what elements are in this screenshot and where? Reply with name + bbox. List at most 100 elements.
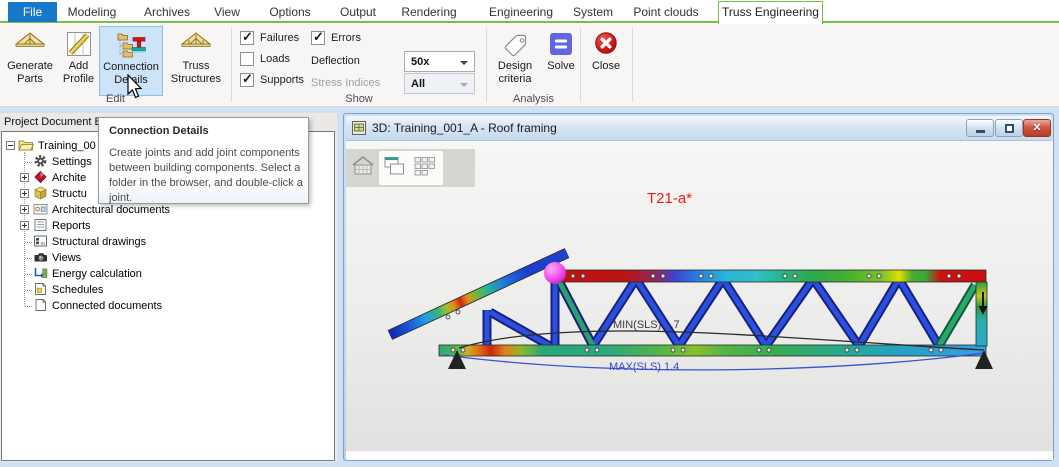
menu-file[interactable]: File (8, 2, 57, 22)
camera-icon (33, 250, 48, 264)
menu-output[interactable]: Output (328, 2, 388, 22)
restore-button[interactable] (995, 119, 1023, 137)
tree-item-energy-calculation[interactable]: Energy calculation (2, 266, 332, 282)
checkmark-icon: ✓ (242, 72, 253, 86)
selected-joint-sphere[interactable] (544, 262, 566, 284)
stress-indices-label: Stress Indices (311, 76, 380, 90)
app-window: { "menubar": { "file": "File", "items": … (0, 0, 1059, 467)
truss-structures-button[interactable]: Truss Structures (163, 26, 229, 96)
connection-icon (116, 30, 146, 60)
3d-view-icon (352, 121, 366, 135)
supports-checkbox[interactable]: ✓ (240, 73, 254, 87)
profile-icon (64, 29, 94, 59)
chevron-down-icon (460, 61, 468, 65)
expand-box[interactable] (20, 221, 29, 230)
gear-icon (33, 154, 48, 168)
button-label: Truss Structures (163, 60, 229, 86)
menubar: File Modeling Archives View Options Outp… (0, 0, 1059, 24)
expand-box[interactable] (20, 173, 29, 182)
tree-item-structural-drawings[interactable]: Structural drawings (2, 234, 332, 250)
3d-viewport[interactable]: MIN(SLS) 1.7 (346, 141, 1053, 451)
close-circle-icon (593, 29, 619, 59)
menu-view[interactable]: View (202, 2, 252, 22)
schedule-icon (33, 282, 48, 296)
tree-item-connected-documents[interactable]: Connected documents (2, 298, 332, 314)
failures-checkbox[interactable]: ✓ (240, 31, 254, 45)
ribbon-group-edit: Generate Parts Add Profile (0, 24, 231, 106)
truss-render-canvas[interactable]: MIN(SLS) 1.7 (346, 141, 1053, 451)
add-profile-button[interactable]: Add Profile (58, 26, 99, 96)
energy-icon (33, 266, 48, 280)
mouse-cursor-icon (126, 74, 144, 100)
ribbon-separator (632, 28, 633, 102)
expand-box[interactable] (20, 205, 29, 214)
tab-truss-engineering[interactable]: Truss Engineering (718, 1, 823, 24)
stress-indices-dropdown: All (404, 73, 475, 94)
red-model-icon (33, 170, 48, 184)
connection-details-tooltip: Connection Details Create joints and add… (98, 117, 309, 204)
menu-modeling[interactable]: Modeling (62, 2, 122, 22)
tooltip-body: Create joints and add joint components b… (109, 146, 303, 206)
errors-label: Errors (331, 31, 361, 45)
group-label-analysis: Analysis (487, 93, 580, 105)
minimize-button[interactable] (966, 119, 994, 137)
minimize-icon (976, 130, 985, 133)
failures-label: Failures (260, 31, 299, 45)
menu-point-clouds[interactable]: Point clouds (628, 2, 704, 22)
ribbon-group-show: ✓ Failures Loads ✓ Supports ✓ Errors Def… (232, 24, 486, 106)
max-deflection-label: MAX(SLS) 1.4 (609, 361, 679, 373)
truss-top-chord (553, 270, 986, 282)
report-icon (33, 218, 48, 232)
close-button[interactable]: Close (583, 26, 629, 96)
tooltip-title: Connection Details (109, 125, 209, 137)
tree-item-label: Training_00 (38, 140, 96, 152)
ribbon-group-analysis: Design criteria Solve Analysis (487, 24, 580, 106)
tree-item-label: Connected documents (52, 300, 162, 312)
menu-engineering[interactable]: Engineering (486, 2, 556, 22)
loads-label: Loads (260, 52, 290, 66)
button-label: Design criteria (489, 60, 541, 86)
ribbon-group-close: Close (581, 24, 632, 106)
tree-item-label: Energy calculation (52, 268, 142, 280)
tree-item-label: Structu (52, 188, 87, 200)
truss-web-members (487, 279, 975, 348)
tree-item-schedules[interactable]: Schedules (2, 282, 332, 298)
tree-item-label: Archite (52, 172, 86, 184)
expand-box[interactable] (20, 189, 29, 198)
tree-item-views[interactable]: Views (2, 250, 332, 266)
truss-gable-icon (181, 29, 211, 59)
restore-icon (1005, 124, 1014, 133)
group-label-edit: Edit (0, 93, 231, 105)
tree-item-reports[interactable]: Reports (2, 218, 332, 234)
button-label: Solve (543, 60, 579, 73)
3d-window-titlebar[interactable]: 3D: Training_001_A - Roof framing ✕ (346, 116, 1051, 141)
truss-name-label: T21-a* (647, 190, 692, 207)
menu-rendering[interactable]: Rendering (394, 2, 464, 22)
collapse-box[interactable] (6, 141, 15, 150)
solve-button[interactable]: Solve (543, 26, 579, 96)
errors-checkbox[interactable]: ✓ (311, 31, 325, 45)
design-criteria-button[interactable]: Design criteria (489, 26, 541, 96)
checkmark-icon: ✓ (242, 30, 253, 44)
3d-view-window: 3D: Training_001_A - Roof framing ✕ (343, 113, 1054, 461)
generate-parts-button[interactable]: Generate Parts (2, 26, 58, 96)
document-icon (33, 298, 48, 312)
chevron-down-icon (460, 83, 468, 87)
menu-system[interactable]: System (568, 2, 618, 22)
truss-gable-icon (15, 29, 45, 59)
loads-checkbox[interactable] (240, 52, 254, 66)
tree-item-label: Schedules (52, 284, 103, 296)
drawing-doc-icon (33, 202, 48, 216)
group-label-show: Show (232, 93, 486, 105)
tree-item-label: Structural drawings (52, 236, 146, 248)
menu-options[interactable]: Options (260, 2, 320, 22)
window-close-button[interactable]: ✕ (1023, 119, 1051, 137)
deflection-dropdown[interactable]: 50x (404, 51, 475, 72)
button-label: Close (583, 60, 629, 73)
close-x-icon: ✕ (1024, 121, 1050, 134)
stress-indices-value: All (411, 78, 425, 90)
menu-archives[interactable]: Archives (137, 2, 197, 22)
deflection-value: 50x (411, 56, 429, 68)
yellow-model-icon (33, 186, 48, 200)
ribbon: Generate Parts Add Profile (0, 24, 1059, 107)
